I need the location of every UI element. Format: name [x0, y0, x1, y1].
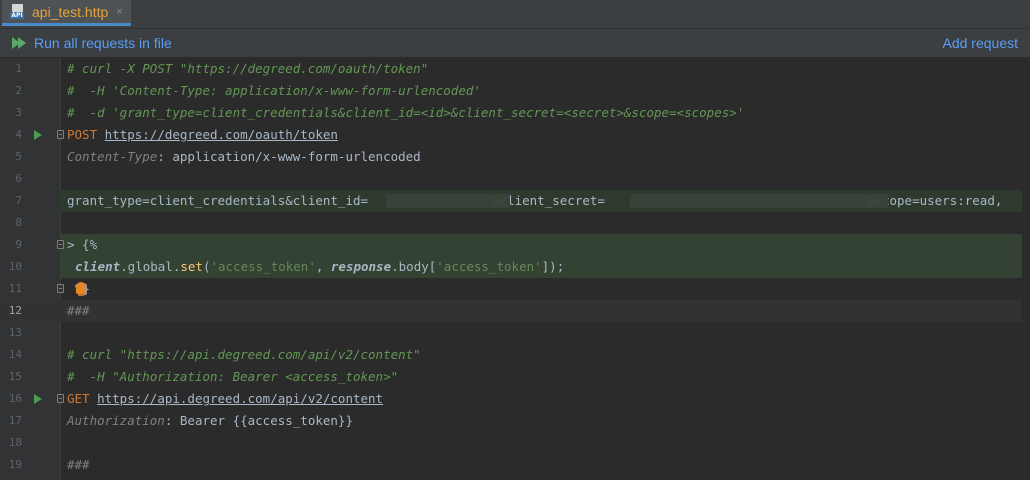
run-all-icon	[12, 36, 28, 50]
line-number: 7	[15, 194, 22, 207]
code-line[interactable]: 19 ###	[0, 454, 1030, 476]
line-number: 10	[8, 260, 22, 273]
fold-icon[interactable]	[57, 130, 64, 139]
fold-icon[interactable]	[57, 240, 64, 249]
line-number: 14	[8, 348, 22, 361]
run-all-label: Run all requests in file	[34, 35, 172, 51]
line-number: 1	[15, 62, 22, 75]
line-number: 11	[8, 282, 22, 295]
http-toolbar: Run all requests in file Add request	[0, 29, 1030, 58]
line-number: 6	[15, 172, 22, 185]
code-line[interactable]: 11 %}	[0, 278, 1030, 300]
redacted-client-secret	[630, 194, 888, 208]
code-line[interactable]: 18	[0, 432, 1030, 454]
http-method: GET	[67, 391, 90, 406]
add-request-button[interactable]: Add request	[943, 35, 1019, 51]
code-line[interactable]: 15 # -H "Authorization: Bearer <access_t…	[0, 366, 1030, 388]
code-line[interactable]: 4 POST https://degreed.com/oauth/token	[0, 124, 1030, 146]
code-line[interactable]: 14 # curl "https://api.degreed.com/api/v…	[0, 344, 1030, 366]
line-number: 18	[8, 436, 22, 449]
code-line[interactable]: 6	[0, 168, 1030, 190]
code-line-current[interactable]: 12 ###	[0, 300, 1030, 322]
header-value: : application/x-www-form-urlencoded	[157, 149, 421, 164]
comment: # curl -X POST "https://degreed.com/oaut…	[67, 61, 429, 76]
run-all-button[interactable]: Run all requests in file	[12, 35, 172, 51]
line-number: 13	[8, 326, 22, 339]
api-file-icon: API	[10, 3, 26, 20]
code-line[interactable]: 3 # -d 'grant_type=client_credentials&cl…	[0, 102, 1030, 124]
line-number: 3	[15, 106, 22, 119]
script-open: > {%	[67, 237, 98, 252]
redacted-client-id	[386, 194, 510, 208]
tab-title: api_test.http	[32, 3, 109, 20]
body-part-grant: grant_type=client_credentials&client_id=	[67, 193, 369, 208]
http-method: POST	[67, 127, 98, 142]
close-icon[interactable]: ×	[116, 6, 122, 18]
code-line[interactable]: 9 > {%	[0, 234, 1030, 256]
line-number: 19	[8, 458, 22, 471]
code-line[interactable]: 17 Authorization: Bearer {{access_token}…	[0, 410, 1030, 432]
line-number: 17	[8, 414, 22, 427]
string-literal: 'access_token'	[210, 259, 316, 274]
comment: # -d 'grant_type=client_credentials&clie…	[67, 105, 745, 120]
line-number: 9	[15, 238, 22, 251]
code-line[interactable]: 7 grant_type=client_credentials&client_i…	[0, 190, 1030, 212]
line-number: 2	[15, 84, 22, 97]
keyword-client: client	[75, 259, 121, 274]
string-literal: 'access_token'	[436, 259, 542, 274]
request-url[interactable]: https://degreed.com/oauth/token	[105, 127, 338, 142]
member-access: .body[	[391, 259, 437, 274]
fold-icon[interactable]	[57, 394, 64, 403]
run-request-icon[interactable]	[34, 394, 42, 404]
fold-icon[interactable]	[57, 284, 64, 293]
paren-close: ]);	[541, 259, 565, 274]
line-number: 12	[8, 304, 22, 317]
line-number: 15	[8, 370, 22, 383]
code-line[interactable]: 10 client.global.set('access_token', res…	[0, 256, 1030, 278]
header-name: Content-Type	[67, 149, 158, 164]
request-separator: ###	[67, 303, 90, 318]
line-number: 16	[8, 392, 22, 405]
tab-api-test[interactable]: API api_test.http ×	[2, 0, 131, 26]
editor-tab-bar: API api_test.http ×	[0, 0, 1030, 29]
run-request-icon[interactable]	[34, 130, 42, 140]
request-url[interactable]: https://api.degreed.com/api/v2/content	[97, 391, 383, 406]
comma: ,	[315, 259, 331, 274]
comment: # -H 'Content-Type: application/x-www-fo…	[67, 83, 481, 98]
line-number: 5	[15, 150, 22, 163]
code-line[interactable]: 8	[0, 212, 1030, 234]
code-editor[interactable]: 1 # curl -X POST "https://degreed.com/oa…	[0, 58, 1030, 480]
header-value: : Bearer {{access_token}}	[164, 413, 353, 428]
code-line[interactable]: 13	[0, 322, 1030, 344]
header-name: Authorization	[67, 413, 165, 428]
function-name: set	[180, 259, 203, 274]
comment: # -H "Authorization: Bearer <access_toke…	[67, 369, 399, 384]
line-number: 4	[15, 128, 22, 141]
member-access: .global.	[120, 259, 181, 274]
request-separator: ###	[67, 457, 90, 472]
code-line[interactable]: 5 Content-Type: application/x-www-form-u…	[0, 146, 1030, 168]
code-line[interactable]: 16 GET https://api.degreed.com/api/v2/co…	[0, 388, 1030, 410]
vertical-scrollbar[interactable]	[1022, 58, 1030, 480]
line-number: 8	[15, 216, 22, 229]
lightbulb-icon[interactable]	[76, 282, 86, 296]
comment: # curl "https://api.degreed.com/api/v2/c…	[67, 347, 421, 362]
code-line[interactable]: 2 # -H 'Content-Type: application/x-www-…	[0, 80, 1030, 102]
code-line[interactable]: 1 # curl -X POST "https://degreed.com/oa…	[0, 58, 1030, 80]
keyword-response: response	[330, 259, 392, 274]
